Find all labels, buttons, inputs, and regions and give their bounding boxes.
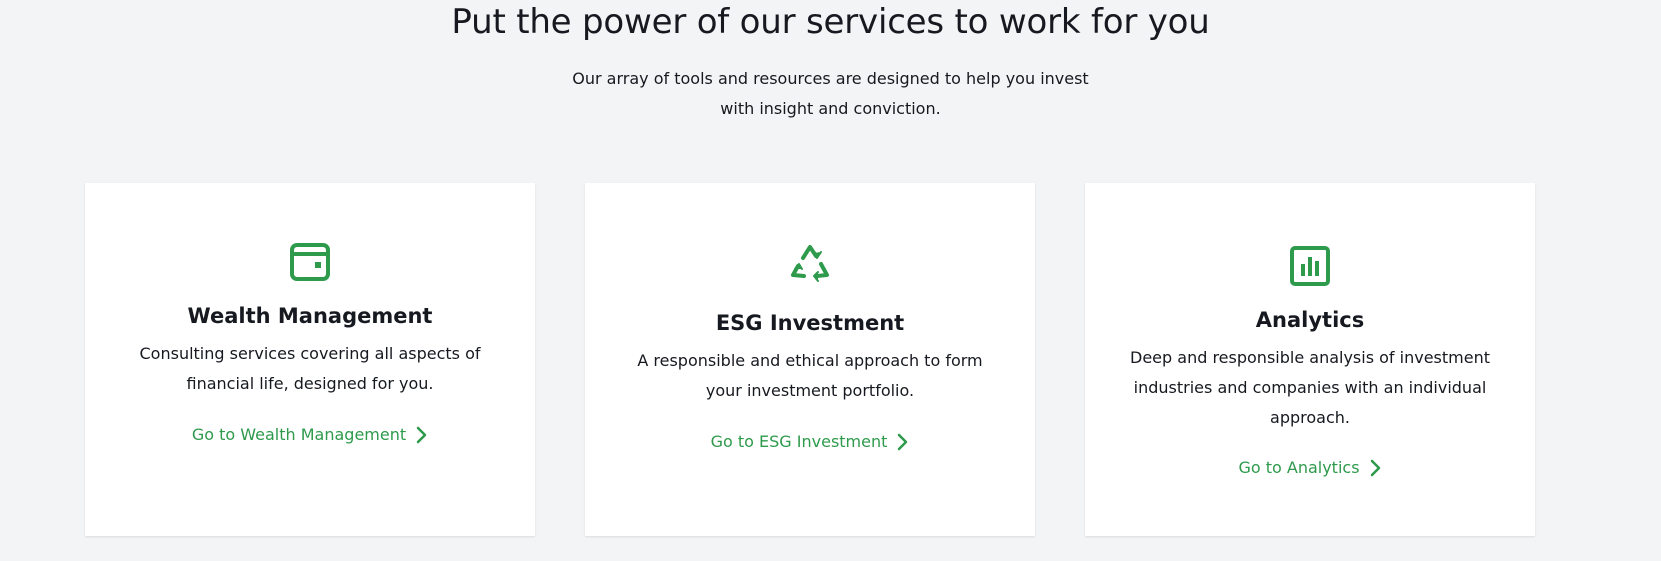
link-label: Go to Analytics: [1238, 458, 1360, 477]
card-wealth-management: Wealth Management Consulting services co…: [85, 183, 535, 536]
card-title: Wealth Management: [187, 304, 433, 328]
link-label: Go to ESG Investment: [710, 432, 888, 451]
wallet-icon: [290, 243, 330, 281]
card-esg-investment: ESG Investment A responsible and ethical…: [585, 183, 1035, 536]
services-section: Put the power of our services to work fo…: [0, 0, 1661, 561]
go-to-esg-investment-link[interactable]: Go to ESG Investment: [585, 432, 1035, 451]
section-subheading: Our array of tools and resources are des…: [572, 69, 1089, 118]
card-title: ESG Investment: [715, 311, 905, 335]
go-to-analytics-link[interactable]: Go to Analytics: [1085, 458, 1535, 477]
chevron-right-icon: [416, 426, 427, 443]
card-analytics: Analytics Deep and responsible analysis …: [1085, 183, 1535, 536]
chevron-right-icon: [1370, 459, 1380, 476]
recycle-icon: [791, 245, 829, 282]
card-title: Analytics: [1255, 308, 1365, 332]
section-heading: Put the power of our services to work fo…: [451, 2, 1210, 42]
card-description: A responsible and ethical approach to fo…: [637, 351, 983, 400]
chevron-right-icon: [898, 433, 908, 450]
card-description: Deep and responsible analysis of investm…: [1130, 348, 1490, 427]
card-description: Consulting services covering all aspects…: [139, 344, 481, 393]
go-to-wealth-management-link[interactable]: Go to Wealth Management: [85, 425, 535, 444]
bar-chart-icon: [1290, 246, 1330, 286]
link-label: Go to Wealth Management: [191, 425, 407, 444]
service-cards: Wealth Management Consulting services co…: [85, 183, 1535, 536]
